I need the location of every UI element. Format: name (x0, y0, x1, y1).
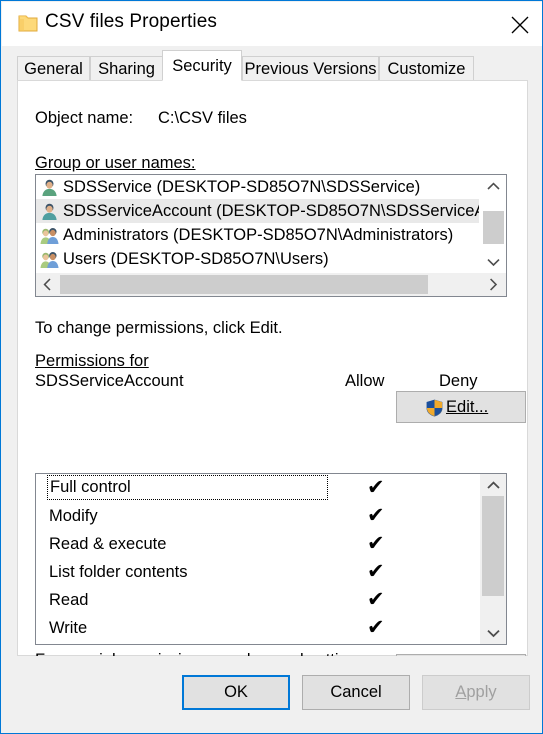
scroll-right-button[interactable] (482, 273, 506, 296)
table-row[interactable]: Read ✔ (36, 586, 480, 614)
tab-general[interactable]: General (17, 56, 90, 81)
group-list-horizontal-scrollbar[interactable] (36, 272, 506, 296)
deny-column-header: Deny (439, 372, 478, 390)
list-item-label: SDSService (DESKTOP-SD85O7N\SDSService) (63, 178, 421, 196)
edit-button-label: Edit... (446, 398, 489, 416)
tab-sharing[interactable]: Sharing (90, 56, 163, 81)
chevron-right-icon (490, 278, 498, 291)
table-row[interactable]: List folder contents ✔ (36, 558, 480, 586)
folder-icon (18, 15, 38, 32)
list-item-label: Administrators (DESKTOP-SD85O7N\Administ… (63, 226, 454, 244)
allow-checkmark-icon[interactable]: ✔ (367, 502, 385, 530)
allow-column-header: Allow (345, 372, 385, 390)
properties-dialog: CSV files Properties General Sharing Sec… (0, 0, 543, 734)
permissions-for-label: Permissions for (35, 352, 149, 370)
allow-checkmark-icon[interactable]: ✔ (367, 474, 385, 502)
permissions-for-value: SDSServiceAccount (35, 372, 184, 390)
tab-customize[interactable]: Customize (379, 56, 474, 81)
cancel-button[interactable]: Cancel (302, 675, 410, 710)
scroll-thumb[interactable] (482, 496, 504, 596)
list-item[interactable]: SDSService (DESKTOP-SD85O7N\SDSService) (36, 175, 480, 199)
permission-name: Full control (47, 475, 328, 500)
user-icon (42, 203, 57, 221)
list-item[interactable]: Administrators (DESKTOP-SD85O7N\Administ… (36, 223, 480, 247)
list-item[interactable]: SDSServiceAccount (DESKTOP-SD85O7N\SDSSe… (36, 199, 480, 223)
object-name-label: Object name: (35, 109, 134, 127)
apply-button-mnemonic: A (455, 683, 467, 701)
allow-checkmark-icon[interactable]: ✔ (367, 558, 385, 586)
close-button[interactable] (497, 3, 542, 46)
group-or-user-names-label: Group or user names: (35, 154, 196, 172)
permissions-rows: Full control ✔ Modify ✔ Read & execute ✔… (36, 474, 480, 644)
list-item[interactable]: Users (DESKTOP-SD85O7N\Users) (36, 247, 480, 271)
object-name-value: C:\CSV files (158, 109, 247, 127)
title-bar: CSV files Properties (2, 2, 542, 46)
edit-button[interactable]: Edit... (396, 391, 526, 423)
group-icon (40, 227, 59, 245)
chevron-up-icon (487, 182, 500, 190)
chevron-down-icon (487, 629, 500, 638)
allow-checkmark-icon[interactable]: ✔ (367, 530, 385, 558)
dialog-footer: OK Cancel Apply (2, 656, 542, 733)
list-item-label: SDSServiceAccount (DESKTOP-SD85O7N\SDSSe… (63, 202, 480, 220)
scroll-left-button[interactable] (36, 273, 60, 296)
apply-button: Apply (422, 675, 530, 710)
permission-name: Read (49, 591, 89, 609)
chevron-left-icon (43, 278, 51, 291)
tab-security[interactable]: Security (162, 50, 242, 81)
close-icon (511, 16, 529, 34)
group-user-list[interactable]: SDSService (DESKTOP-SD85O7N\SDSService) … (35, 174, 507, 297)
permissions-vertical-scrollbar[interactable] (480, 474, 506, 644)
window-title: CSV files Properties (45, 11, 218, 32)
table-row[interactable]: Modify ✔ (36, 502, 480, 530)
group-user-rows: SDSService (DESKTOP-SD85O7N\SDSService) … (36, 175, 480, 273)
scroll-up-button[interactable] (480, 474, 506, 496)
ok-button[interactable]: OK (182, 675, 290, 710)
apply-button-label: pply (466, 683, 497, 701)
scroll-down-button[interactable] (480, 251, 506, 273)
security-tab-page: Object name: C:\CSV files Group or user … (17, 80, 528, 691)
change-permissions-hint: To change permissions, click Edit. (35, 319, 283, 337)
permission-name: Read & execute (49, 535, 167, 553)
list-item-label: Users (DESKTOP-SD85O7N\Users) (63, 250, 329, 268)
allow-checkmark-icon[interactable]: ✔ (367, 586, 385, 614)
scroll-thumb[interactable] (60, 275, 428, 294)
chevron-down-icon (487, 259, 500, 267)
user-icon (42, 179, 57, 197)
scroll-thumb[interactable] (483, 211, 504, 244)
table-row[interactable]: Read & execute ✔ (36, 530, 480, 558)
permissions-list[interactable]: Full control ✔ Modify ✔ Read & execute ✔… (35, 473, 507, 645)
table-row[interactable]: Write ✔ (36, 614, 480, 642)
tab-strip: General Sharing Security Previous Versio… (2, 46, 542, 81)
tab-previous-versions[interactable]: Previous Versions (242, 56, 379, 81)
group-icon (40, 251, 59, 269)
table-row[interactable]: Full control ✔ (36, 474, 480, 502)
group-list-vertical-scrollbar[interactable] (479, 175, 506, 273)
permission-name: Modify (49, 507, 98, 525)
permission-name: Write (49, 619, 88, 637)
uac-shield-icon (426, 399, 443, 417)
permission-name: List folder contents (49, 563, 188, 581)
allow-checkmark-icon[interactable]: ✔ (367, 614, 385, 642)
scroll-down-button[interactable] (480, 622, 506, 644)
chevron-up-icon (487, 481, 500, 489)
scroll-up-button[interactable] (480, 175, 506, 197)
